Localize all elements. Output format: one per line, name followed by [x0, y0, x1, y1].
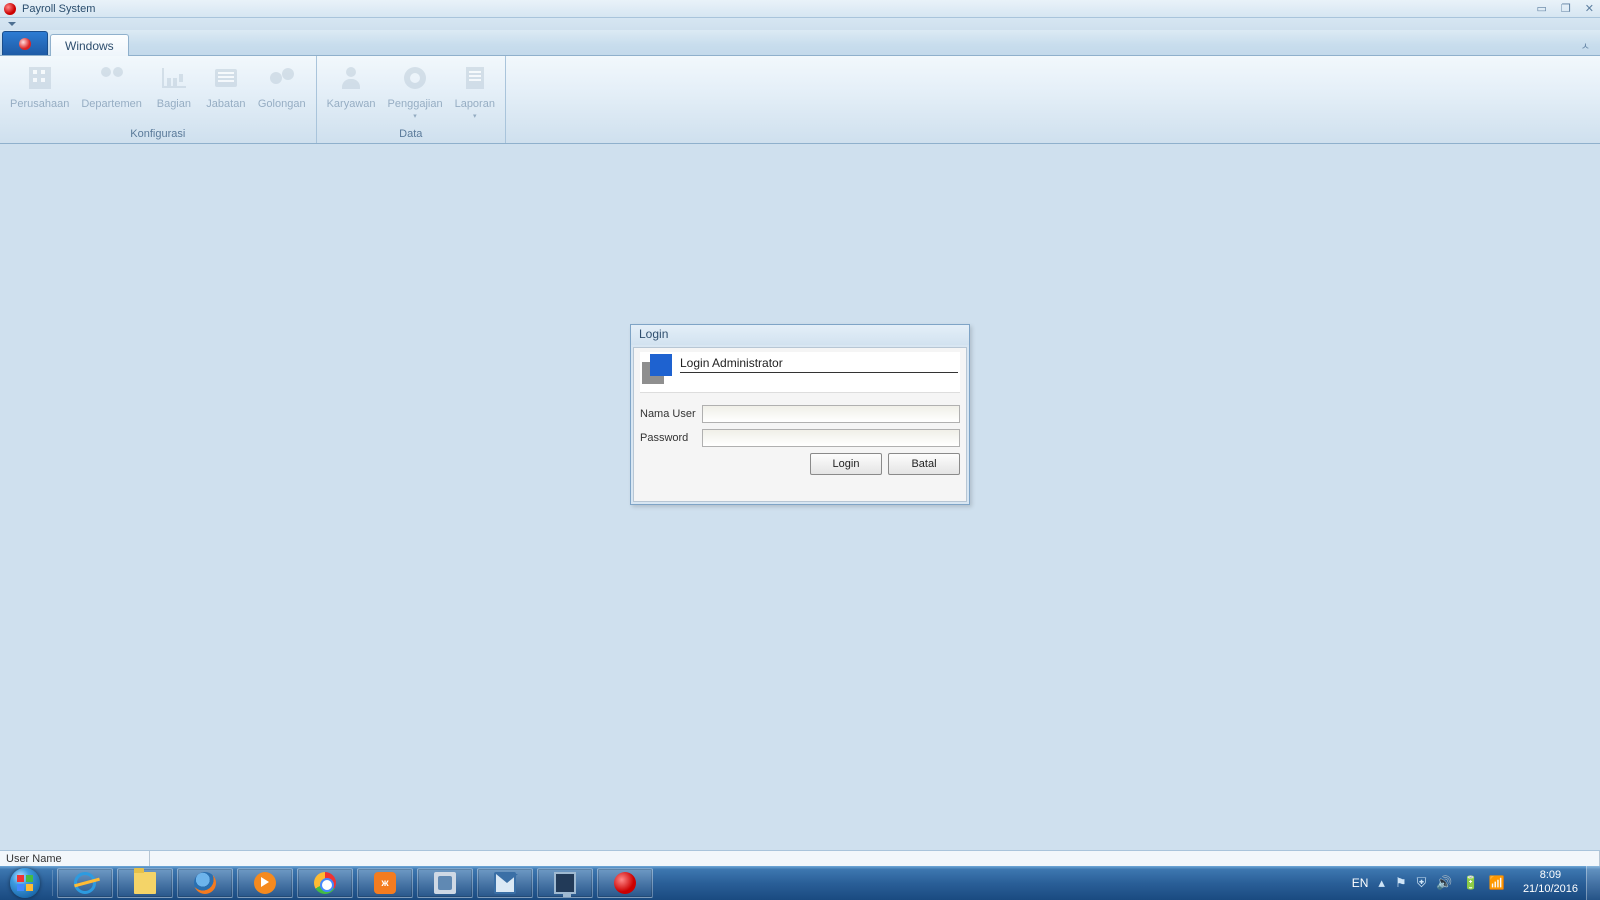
tray-battery-icon[interactable]: 🔋	[1463, 875, 1479, 891]
login-header-icon	[642, 354, 676, 386]
ribbon-btn-label: Perusahaan	[10, 98, 69, 110]
clock-date: 21/10/2016	[1523, 883, 1578, 897]
chevron-down-icon: ▾	[413, 112, 417, 120]
taskbar-app-chrome[interactable]	[297, 868, 353, 898]
file-tab-icon	[19, 38, 31, 50]
taskbar-app-xampp[interactable]: ж	[357, 868, 413, 898]
statusbar: User Name	[0, 850, 1600, 866]
app-icon	[434, 872, 456, 894]
cancel-button[interactable]: Batal	[888, 453, 960, 475]
statusbar-username-value	[150, 851, 1600, 866]
tray-flag-icon[interactable]: ⚑	[1395, 875, 1407, 891]
gear-icon	[399, 62, 431, 94]
taskbar-app-payroll[interactable]	[597, 868, 653, 898]
password-label: Password	[640, 432, 702, 444]
taskbar-app-ie[interactable]	[57, 868, 113, 898]
taskbar: ж EN ▴ ⚑ ⛨ 🔊 🔋 📶 8:09 21/10/2016	[0, 866, 1600, 900]
ribbon-group-data: Karyawan Penggajian ▾ Laporan ▾ Data	[317, 56, 506, 143]
start-button[interactable]	[0, 866, 50, 900]
xampp-icon: ж	[374, 872, 396, 894]
login-dialog-title: Login	[631, 325, 969, 345]
workspace: Login Login Administrator Nama User Pass…	[0, 144, 1600, 850]
ribbon-btn-label: Departemen	[81, 98, 142, 110]
ribbon-btn-jabatan[interactable]: Jabatan	[200, 58, 252, 126]
card-icon	[210, 62, 242, 94]
statusbar-username-label: User Name	[0, 851, 150, 866]
login-button[interactable]: Login	[810, 453, 882, 475]
taskbar-app-screen[interactable]	[537, 868, 593, 898]
person-icon	[335, 62, 367, 94]
ie-icon	[74, 872, 96, 894]
system-tray: EN ▴ ⚑ ⛨ 🔊 🔋 📶	[1342, 866, 1515, 900]
show-desktop-button[interactable]	[1586, 866, 1600, 900]
language-indicator[interactable]: EN	[1352, 876, 1369, 890]
chevron-down-icon: ▾	[473, 112, 477, 120]
ribbon-tab-windows[interactable]: Windows	[50, 34, 129, 56]
ribbon-btn-label: Penggajian	[388, 98, 443, 110]
taskbar-app-firefox[interactable]	[177, 868, 233, 898]
taskbar-divider	[52, 870, 53, 896]
tray-volume-icon[interactable]: 🔊	[1436, 875, 1452, 891]
ribbon-btn-departemen[interactable]: Departemen	[75, 58, 148, 126]
qat-dropdown-icon[interactable]	[8, 22, 16, 26]
folder-icon	[134, 872, 156, 894]
play-icon	[254, 872, 276, 894]
chart-icon	[158, 62, 190, 94]
clock-time: 8:09	[1523, 869, 1578, 883]
ribbon-btn-label: Laporan	[455, 98, 495, 110]
quick-access-row	[0, 18, 1600, 30]
ribbon-group-konfigurasi: Perusahaan Departemen Bagian Jabatan Gol…	[0, 56, 317, 143]
close-button[interactable]: ✕	[1585, 2, 1594, 15]
taskbar-app-generic1[interactable]	[417, 868, 473, 898]
ribbon-btn-golongan[interactable]: Golongan	[252, 58, 312, 126]
minimize-button[interactable]: ▭	[1537, 2, 1547, 15]
ribbon-btn-penggajian[interactable]: Penggajian ▾	[382, 58, 449, 126]
window-title: Payroll System	[22, 3, 95, 15]
tray-network-icon[interactable]: 📶	[1489, 875, 1505, 891]
username-label: Nama User	[640, 408, 702, 420]
monitor-icon	[554, 872, 576, 894]
ribbon-btn-bagian[interactable]: Bagian	[148, 58, 200, 126]
payroll-icon	[614, 872, 636, 894]
login-header-text: Login Administrator	[680, 356, 958, 373]
tray-shield-icon[interactable]: ⛨	[1417, 875, 1427, 891]
taskbar-app-mail[interactable]	[477, 868, 533, 898]
taskbar-app-explorer[interactable]	[117, 868, 173, 898]
mail-icon	[494, 872, 516, 894]
ribbon-btn-laporan[interactable]: Laporan ▾	[449, 58, 501, 126]
ribbon-tab-strip: Windows ㅅ	[0, 30, 1600, 56]
taskbar-clock[interactable]: 8:09 21/10/2016	[1515, 869, 1586, 897]
ribbon-group-label: Konfigurasi	[4, 126, 312, 143]
document-icon	[459, 62, 491, 94]
ribbon-file-tab[interactable]	[2, 31, 48, 55]
password-input[interactable]	[702, 429, 960, 447]
ribbon-btn-label: Golongan	[258, 98, 306, 110]
ribbon-btn-label: Bagian	[157, 98, 191, 110]
maximize-button[interactable]: ❐	[1561, 2, 1571, 15]
titlebar: Payroll System ▭ ❐ ✕	[0, 0, 1600, 18]
login-dialog-body: Login Administrator Nama User Password L…	[633, 347, 967, 502]
ribbon-btn-karyawan[interactable]: Karyawan	[321, 58, 382, 126]
firefox-icon	[194, 872, 216, 894]
ribbon-body: Perusahaan Departemen Bagian Jabatan Gol…	[0, 56, 1600, 144]
ribbon-collapse-icon[interactable]: ㅅ	[1581, 38, 1590, 53]
tray-chevron-icon[interactable]: ▴	[1378, 875, 1385, 891]
app-icon	[4, 3, 16, 15]
login-dialog: Login Login Administrator Nama User Pass…	[630, 324, 970, 505]
chrome-icon	[314, 872, 336, 894]
ribbon-tab-label: Windows	[65, 39, 114, 53]
username-input[interactable]	[702, 405, 960, 423]
ribbon-btn-label: Jabatan	[206, 98, 245, 110]
windows-logo-icon	[10, 868, 40, 898]
people-icon	[96, 62, 128, 94]
ribbon-group-label: Data	[321, 126, 501, 143]
building-icon	[24, 62, 56, 94]
ribbon-btn-perusahaan[interactable]: Perusahaan	[4, 58, 75, 126]
login-header: Login Administrator	[640, 352, 960, 393]
ribbon-btn-label: Karyawan	[327, 98, 376, 110]
taskbar-app-media[interactable]	[237, 868, 293, 898]
circles-icon	[266, 62, 298, 94]
